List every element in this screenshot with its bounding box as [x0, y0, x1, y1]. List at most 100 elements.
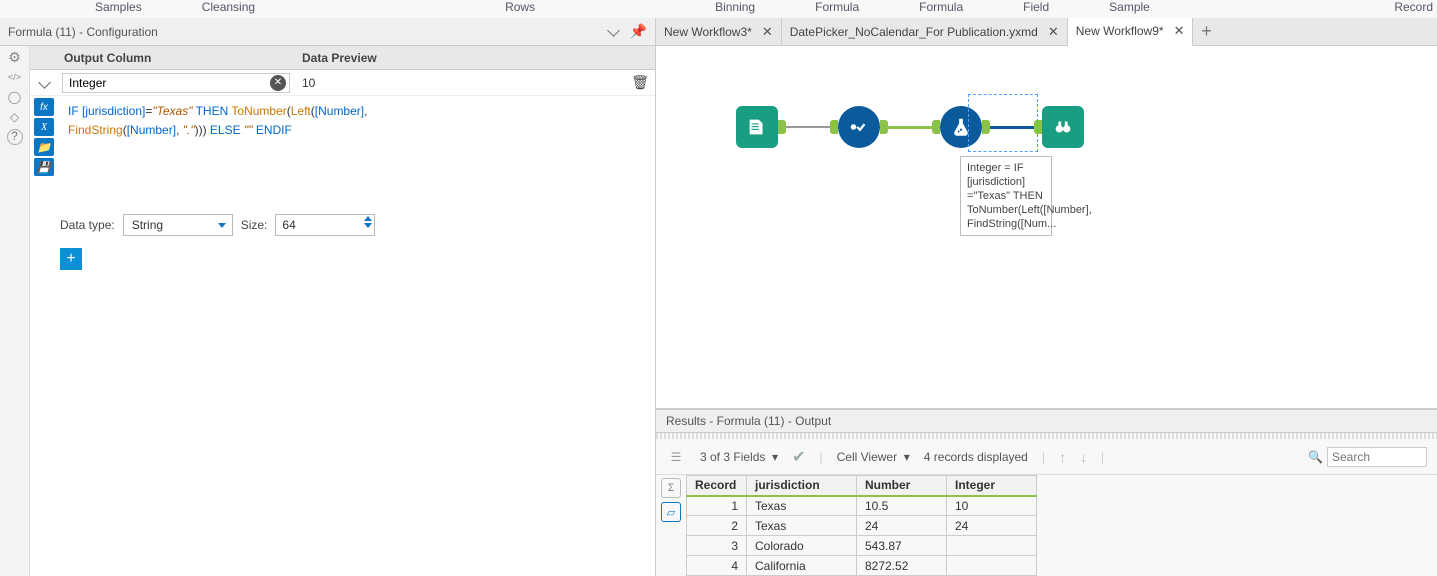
data-type-label: Data type:	[60, 218, 115, 232]
cell[interactable]: 543.87	[857, 536, 947, 556]
data-type-dropdown[interactable]: String	[123, 214, 233, 236]
collapse-icon[interactable]	[606, 25, 620, 39]
workflow-tab[interactable]: New Workflow3* ✕	[656, 18, 782, 46]
table-row[interactable]: 3Colorado543.87	[687, 536, 1037, 556]
workflow-tab[interactable]: New Workflow9* ✕	[1068, 18, 1194, 46]
cell[interactable]: 8272.52	[857, 556, 947, 576]
cell[interactable]: 24	[947, 516, 1037, 536]
cell[interactable]	[947, 536, 1037, 556]
menu-samples[interactable]: Samples	[95, 0, 142, 18]
prev-icon[interactable]: ↑	[1059, 449, 1066, 465]
results-toolbar: ☰ 3 of 3 Fields ▾ ✔ | Cell Viewer ▾ 4 re…	[656, 439, 1437, 475]
table-row[interactable]: 4California8272.52	[687, 556, 1037, 576]
output-column-header: Output Column	[58, 51, 296, 65]
column-header[interactable]: Record	[687, 476, 747, 496]
results-table: RecordjurisdictionNumberInteger 1Texas10…	[686, 475, 1037, 576]
cell-viewer-dropdown[interactable]: Cell Viewer ▾	[837, 450, 910, 464]
close-tab-icon[interactable]: ✕	[1048, 24, 1059, 40]
spinner-up-icon[interactable]	[364, 216, 372, 221]
search-input[interactable]	[1327, 447, 1427, 467]
add-formula-button[interactable]: +	[60, 248, 82, 270]
help-icon[interactable]	[6, 128, 24, 146]
cell[interactable]: 10	[947, 496, 1037, 516]
sigma-icon[interactable]: Σ	[661, 478, 681, 498]
data-preview-header: Data Preview	[296, 51, 655, 65]
close-tab-icon[interactable]: ✕	[1174, 23, 1185, 39]
type-row: Data type: String Size: 64	[30, 206, 655, 244]
configuration-pane: Formula (11) - Configuration 📌 Output Co…	[0, 18, 656, 576]
size-spinner[interactable]: 64	[275, 214, 375, 236]
fields-count[interactable]: 3 of 3 Fields ▾	[700, 450, 778, 464]
tool-annotation: Integer = IF [jurisdiction] ="Texas" THE…	[960, 156, 1052, 236]
table-row[interactable]: 2Texas2424	[687, 516, 1037, 536]
apply-icon[interactable]: ✔	[792, 447, 805, 467]
cell[interactable]: Texas	[747, 516, 857, 536]
size-value: 64	[282, 218, 295, 232]
fx-button[interactable]: fx	[34, 98, 54, 116]
expand-row-icon[interactable]	[30, 76, 58, 90]
close-tab-icon[interactable]: ✕	[762, 24, 773, 40]
clear-column-icon[interactable]: ✕	[270, 75, 286, 91]
menu-binning[interactable]: Binning	[715, 0, 755, 18]
select-tool[interactable]	[838, 106, 880, 148]
pin-icon[interactable]: 📌	[630, 23, 647, 40]
column-header[interactable]: jurisdiction	[747, 476, 857, 496]
preview-value: 10	[302, 76, 315, 90]
cell[interactable]: Colorado	[747, 536, 857, 556]
cell[interactable]	[947, 556, 1037, 576]
next-icon[interactable]: ↓	[1080, 449, 1087, 465]
spinner-down-icon[interactable]	[364, 223, 372, 228]
column-header[interactable]: Integer	[947, 476, 1037, 496]
workflow-canvas[interactable]: Integer = IF [jurisdiction] ="Texas" THE…	[656, 46, 1437, 409]
record-number: 1	[687, 496, 747, 516]
browse-tool[interactable]	[1042, 106, 1084, 148]
results-view-strip: Σ ▱	[656, 475, 686, 576]
tag-icon[interactable]	[6, 108, 24, 126]
new-tab-button[interactable]: +	[1193, 21, 1219, 42]
menu-field[interactable]: Field	[1023, 0, 1049, 18]
selection-box	[968, 94, 1038, 152]
menu-sample[interactable]: Sample	[1109, 0, 1150, 18]
workflow-tab-bar: New Workflow3* ✕ DatePicker_NoCalendar_For…	[656, 18, 1437, 46]
menu-formula-2[interactable]: Formula	[919, 0, 963, 18]
tab-label: New Workflow3*	[664, 25, 752, 39]
workflow-tab[interactable]: DatePicker_NoCalendar_For Publication.yx…	[782, 18, 1068, 46]
metadata-view-icon[interactable]: ☰	[666, 447, 686, 467]
xml-icon[interactable]	[6, 68, 24, 86]
menu-rows[interactable]: Rows	[505, 0, 535, 18]
input-data-tool[interactable]	[736, 106, 778, 148]
delete-row-icon[interactable]: 🗑	[631, 74, 649, 91]
cell[interactable]: 10.5	[857, 496, 947, 516]
variable-button[interactable]: X	[34, 118, 54, 136]
tab-label: New Workflow9*	[1076, 24, 1164, 38]
data-view-icon[interactable]: ▱	[661, 502, 681, 522]
formula-editor[interactable]: IF [jurisdiction]="Texas" THEN ToNumber(…	[58, 96, 655, 206]
top-menu: Samples Cleansing Rows Binning Formula F…	[0, 0, 1437, 18]
config-header: Formula (11) - Configuration 📌	[0, 18, 655, 46]
records-displayed: 4 records displayed	[924, 450, 1028, 464]
record-number: 3	[687, 536, 747, 556]
cell[interactable]: California	[747, 556, 857, 576]
cell[interactable]: Texas	[747, 496, 857, 516]
record-number: 2	[687, 516, 747, 536]
gear-icon[interactable]	[6, 48, 24, 66]
columns-header: Output Column Data Preview	[30, 46, 655, 70]
config-title: Formula (11) - Configuration	[8, 25, 158, 39]
results-search[interactable]: 🔍	[1308, 447, 1427, 467]
menu-formula-1[interactable]: Formula	[815, 0, 859, 18]
menu-record[interactable]: Record	[1394, 0, 1433, 18]
results-header: Results - Formula (11) - Output	[656, 409, 1437, 433]
folder-button[interactable]	[34, 138, 54, 156]
formula-row: ✕ 10 🗑	[30, 70, 655, 96]
tab-label: DatePicker_NoCalendar_For Publication.yx…	[790, 25, 1038, 39]
record-number: 4	[687, 556, 747, 576]
editor-toolstrip: fx X	[30, 96, 58, 206]
cell[interactable]: 24	[857, 516, 947, 536]
column-header[interactable]: Number	[857, 476, 947, 496]
table-row[interactable]: 1Texas10.510	[687, 496, 1037, 516]
anchor-icon[interactable]	[6, 88, 24, 106]
menu-cleansing[interactable]: Cleansing	[202, 0, 255, 18]
config-toolstrip	[0, 46, 30, 576]
save-button[interactable]	[34, 158, 54, 176]
output-column-input[interactable]	[62, 73, 290, 93]
